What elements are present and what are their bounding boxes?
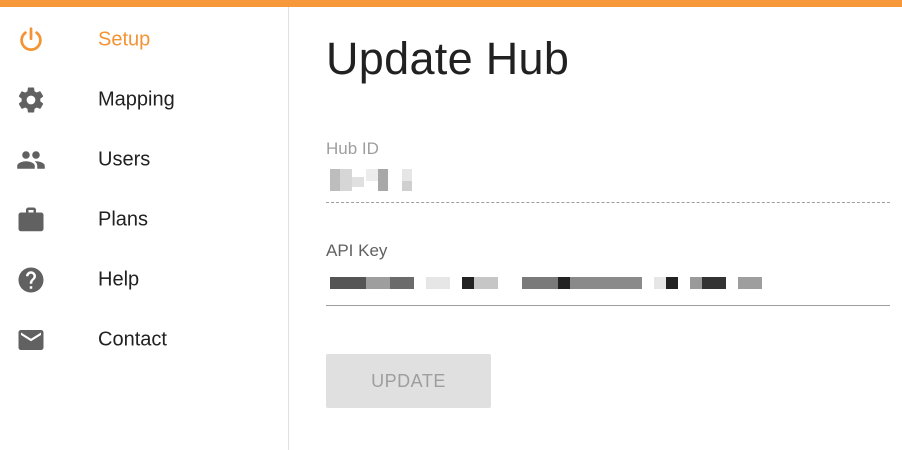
- sidebar-item-label: Setup: [98, 28, 151, 51]
- gear-icon: [16, 85, 46, 115]
- sidebar-item-label: Mapping: [98, 88, 175, 111]
- sidebar-item-users[interactable]: Users: [0, 130, 288, 190]
- sidebar-item-setup[interactable]: Setup: [0, 10, 288, 70]
- sidebar-item-label: Plans: [98, 208, 149, 231]
- mail-icon: [16, 325, 46, 355]
- sidebar-item-mapping[interactable]: Mapping: [0, 70, 288, 130]
- sidebar-item-help[interactable]: Help: [0, 250, 288, 310]
- hub-id-field[interactable]: Hub ID: [326, 139, 890, 203]
- api-key-underline: [326, 305, 890, 306]
- api-key-label: API Key: [326, 241, 388, 260]
- main-content: Update Hub Hub ID API Key UPDATE: [290, 7, 902, 450]
- update-button[interactable]: UPDATE: [326, 354, 491, 408]
- sidebar-item-contact[interactable]: Contact: [0, 310, 288, 370]
- sidebar-item-plans[interactable]: Plans: [0, 190, 288, 250]
- page-title: Update Hub: [326, 33, 570, 84]
- briefcase-icon: [16, 205, 46, 235]
- power-icon: [16, 25, 46, 55]
- sidebar: Setup Mapping Users Plans Help Contact: [0, 7, 289, 450]
- hub-id-label: Hub ID: [326, 139, 379, 158]
- top-accent-bar: [0, 0, 902, 7]
- help-icon: [16, 265, 46, 295]
- people-icon: [16, 145, 46, 175]
- sidebar-item-label: Help: [98, 268, 140, 291]
- hub-id-underline: [326, 202, 890, 203]
- sidebar-item-label: Contact: [98, 328, 167, 351]
- hub-id-value-redacted: [326, 165, 890, 191]
- api-key-value-redacted: [326, 267, 890, 293]
- api-key-field[interactable]: API Key: [326, 241, 890, 306]
- sidebar-item-label: Users: [98, 148, 151, 171]
